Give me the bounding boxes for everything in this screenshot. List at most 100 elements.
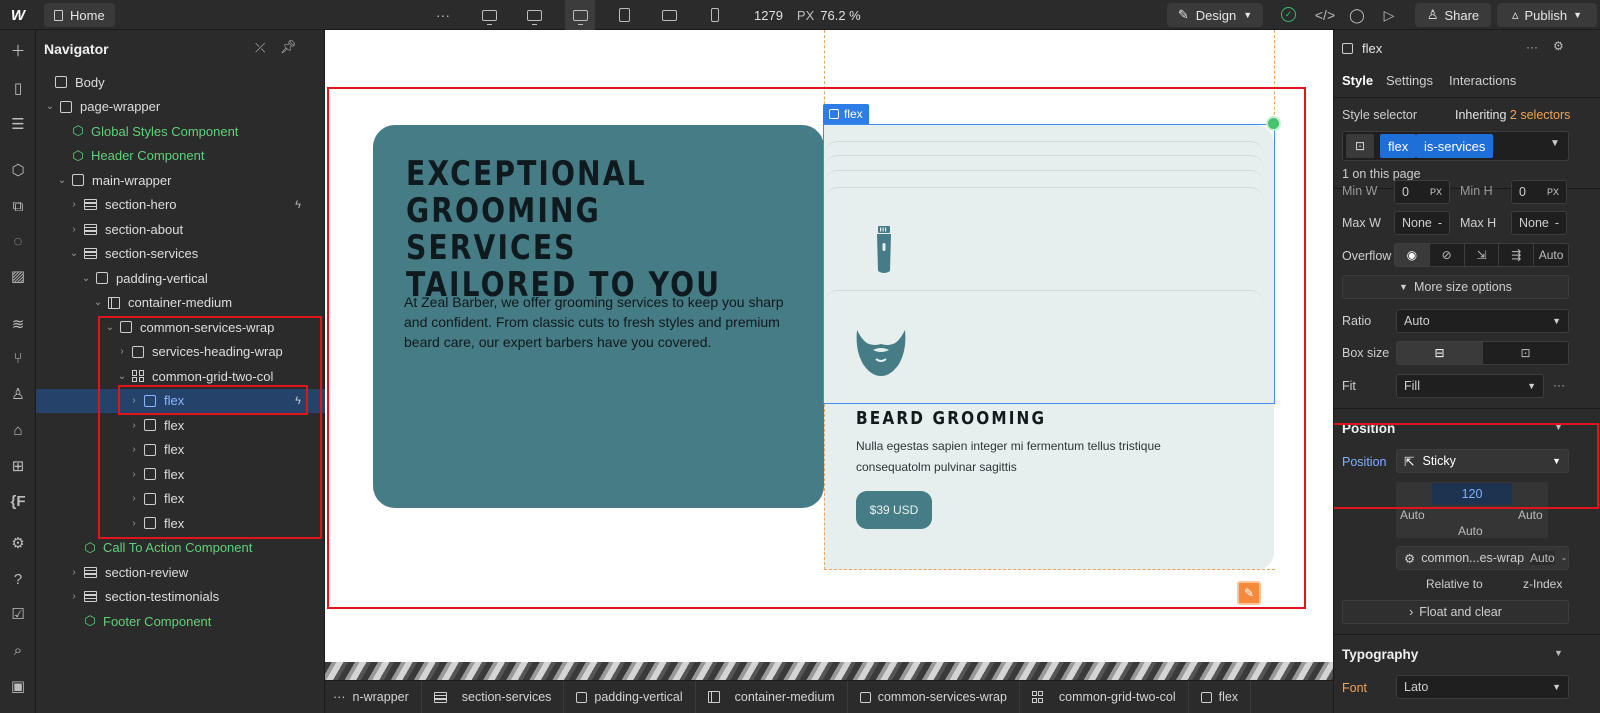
content-box-icon[interactable]: ⊡ bbox=[1483, 342, 1568, 364]
tree-row-section-about[interactable]: › section-about bbox=[36, 217, 325, 242]
comments-icon[interactable]: ◯ bbox=[1342, 0, 1372, 30]
float-and-clear-button[interactable]: › Float and clear bbox=[1342, 600, 1569, 624]
position-right-value[interactable]: Auto bbox=[1518, 508, 1543, 522]
publish-status-check-icon[interactable]: ✓ bbox=[1281, 7, 1296, 22]
chevron-down-icon[interactable]: ⌄ bbox=[44, 101, 56, 112]
position-left-value[interactable]: Auto bbox=[1400, 508, 1425, 522]
tree-row-main-wrapper[interactable]: ⌄ main-wrapper bbox=[36, 168, 325, 193]
tree-row-global-styles[interactable]: ›⬡ Global Styles Component bbox=[36, 119, 325, 144]
publish-button[interactable]: ▵ Publish ▼ bbox=[1497, 3, 1597, 27]
breadcrumb-item[interactable]: container-medium bbox=[696, 681, 848, 713]
breadcrumb-item[interactable]: flex bbox=[1189, 681, 1252, 713]
fit-select[interactable]: Fill ▼ bbox=[1396, 374, 1544, 398]
style-selectors-icon[interactable]: ⧉ bbox=[0, 194, 36, 218]
code-icon[interactable]: </> bbox=[1310, 0, 1340, 30]
viewport-readout[interactable]: 1279 PX 76.2 % bbox=[754, 0, 861, 30]
overflow-auto-option[interactable]: Auto bbox=[1534, 244, 1568, 266]
logic-icon[interactable]: ⑂ bbox=[0, 346, 36, 370]
tree-row-call-to-action[interactable]: ›⬡ Call To Action Component bbox=[36, 536, 325, 561]
assets-icon[interactable]: ▨ bbox=[0, 264, 36, 288]
overflow-visible-eye-icon[interactable]: ◉ bbox=[1395, 244, 1430, 266]
overflow-segmented-control[interactable]: ◉ ⊘ ⇲ ⇶ Auto bbox=[1394, 243, 1569, 267]
desktop-breakpoint-icon[interactable] bbox=[519, 0, 549, 30]
variables-icon[interactable]: ◌ bbox=[0, 229, 36, 253]
apps-icon[interactable]: ⊞ bbox=[0, 454, 36, 478]
settings-gear-icon[interactable]: ⚙ bbox=[1553, 39, 1564, 53]
tree-row-page-wrapper[interactable]: ⌄ page-wrapper bbox=[36, 95, 325, 120]
typography-section-heading[interactable]: Typography bbox=[1342, 647, 1418, 662]
help-icon[interactable]: ? bbox=[0, 567, 36, 591]
tab-style[interactable]: Style bbox=[1342, 73, 1373, 88]
more-icon[interactable]: ··· bbox=[1553, 378, 1565, 392]
design-mode-button[interactable]: ✎ Design ▼ bbox=[1167, 3, 1263, 27]
position-bottom-value[interactable]: Auto bbox=[1458, 524, 1483, 538]
box-size-segmented-control[interactable]: ⊟ ⊡ bbox=[1396, 341, 1569, 365]
tree-row-footer-component[interactable]: ›⬡ Footer Component bbox=[36, 609, 325, 634]
chevron-right-icon[interactable]: › bbox=[68, 567, 80, 578]
more-icon[interactable]: ··· bbox=[428, 0, 458, 30]
navigator-icon[interactable]: ☰ bbox=[0, 112, 36, 136]
share-button[interactable]: ♙ Share bbox=[1415, 3, 1491, 27]
pages-icon[interactable]: ▯ bbox=[0, 76, 36, 100]
breakpoint-icon[interactable]: ⊡ bbox=[1346, 134, 1374, 158]
more-icon[interactable]: ··· bbox=[1526, 40, 1538, 54]
font-select[interactable]: Lato ▼ bbox=[1396, 675, 1569, 699]
chevron-down-icon[interactable]: ⌄ bbox=[56, 175, 68, 186]
chevron-right-icon[interactable]: › bbox=[68, 591, 80, 602]
video-tutorial-icon[interactable]: ▣ bbox=[0, 674, 36, 698]
search-icon[interactable]: ⌕ bbox=[0, 638, 36, 662]
chevron-down-icon[interactable]: ⌄ bbox=[68, 248, 80, 259]
tree-row-section-testimonials[interactable]: › section-testimonials bbox=[36, 585, 325, 610]
border-box-icon[interactable]: ⊟ bbox=[1397, 342, 1483, 364]
chevron-right-icon[interactable]: › bbox=[68, 199, 80, 210]
chevron-down-icon[interactable]: ⌄ bbox=[80, 273, 92, 284]
add-elements-icon[interactable]: ＋ bbox=[0, 38, 36, 62]
overflow-hidden-icon[interactable]: ⊘ bbox=[1430, 244, 1465, 266]
max-width-field[interactable]: None - bbox=[1394, 211, 1450, 235]
audit-check-icon[interactable]: ☑ bbox=[0, 602, 36, 626]
min-width-field[interactable]: 0 PX bbox=[1394, 180, 1450, 204]
ratio-select[interactable]: Auto ▼ bbox=[1396, 309, 1569, 333]
tab-interactions[interactable]: Interactions bbox=[1449, 73, 1516, 88]
overflow-clip-icon[interactable]: ⇶ bbox=[1499, 244, 1535, 266]
tree-row-section-hero[interactable]: › section-hero ϟ bbox=[36, 193, 325, 218]
tree-row-section-services[interactable]: ⌄ section-services bbox=[36, 242, 325, 267]
pin-icon[interactable]: 📌︎ bbox=[280, 39, 297, 55]
chevron-down-icon[interactable]: ▼ bbox=[1554, 648, 1563, 658]
fonts-icon[interactable]: {F bbox=[0, 489, 36, 513]
chevron-right-icon[interactable]: › bbox=[68, 224, 80, 235]
ecommerce-icon[interactable]: ⌂ bbox=[0, 418, 36, 442]
base-breakpoint-icon[interactable] bbox=[565, 0, 595, 30]
tree-row-padding-vertical[interactable]: ⌄ padding-vertical bbox=[36, 266, 325, 291]
collapse-icon[interactable]: ⤫ bbox=[255, 40, 265, 56]
overflow-scroll-icon[interactable]: ⇲ bbox=[1465, 244, 1500, 266]
breadcrumb-item[interactable]: common-services-wrap bbox=[848, 681, 1020, 713]
design-canvas[interactable]: EXCEPTIONAL GROOMING SERVICES TAILORED T… bbox=[325, 30, 1333, 680]
breadcrumb-item[interactable]: common-grid-two-col bbox=[1020, 681, 1189, 713]
tab-settings[interactable]: Settings bbox=[1386, 73, 1433, 88]
class-chip-flex[interactable]: flex bbox=[1380, 134, 1417, 158]
min-height-field[interactable]: 0 PX bbox=[1511, 180, 1567, 204]
chevron-down-icon[interactable]: ⌄ bbox=[92, 297, 104, 308]
max-height-field[interactable]: None - bbox=[1511, 211, 1567, 235]
tablet-breakpoint-icon[interactable] bbox=[609, 0, 639, 30]
z-index-value[interactable]: Auto bbox=[1530, 551, 1555, 565]
home-page-tab[interactable]: Home bbox=[44, 3, 115, 27]
desktop-large-breakpoint-icon[interactable] bbox=[474, 0, 504, 30]
inheriting-count[interactable]: 2 selectors bbox=[1510, 108, 1570, 122]
cms-icon[interactable]: ≋ bbox=[0, 312, 36, 336]
breadcrumb-overflow[interactable]: ··· n-wrapper bbox=[325, 681, 422, 713]
preview-play-icon[interactable]: ▷ bbox=[1374, 0, 1404, 30]
mobile-landscape-breakpoint-icon[interactable] bbox=[654, 0, 684, 30]
more-size-options-button[interactable]: ▼ More size options bbox=[1342, 275, 1569, 299]
components-icon[interactable]: ⬡ bbox=[0, 158, 36, 182]
webflow-logo[interactable]: W bbox=[0, 0, 36, 30]
class-chip-is-services[interactable]: is-services bbox=[1416, 134, 1494, 158]
settings-gear-icon[interactable]: ⚙ bbox=[0, 531, 36, 555]
breadcrumb-item[interactable]: padding-vertical bbox=[564, 681, 696, 713]
mobile-portrait-breakpoint-icon[interactable] bbox=[700, 0, 730, 30]
chevron-down-icon[interactable]: ▼ bbox=[1550, 138, 1560, 149]
tree-row-body[interactable]: › Body bbox=[36, 70, 325, 95]
breadcrumb-item[interactable]: section-services bbox=[422, 681, 565, 713]
tree-row-header-component[interactable]: ›⬡ Header Component bbox=[36, 144, 325, 169]
